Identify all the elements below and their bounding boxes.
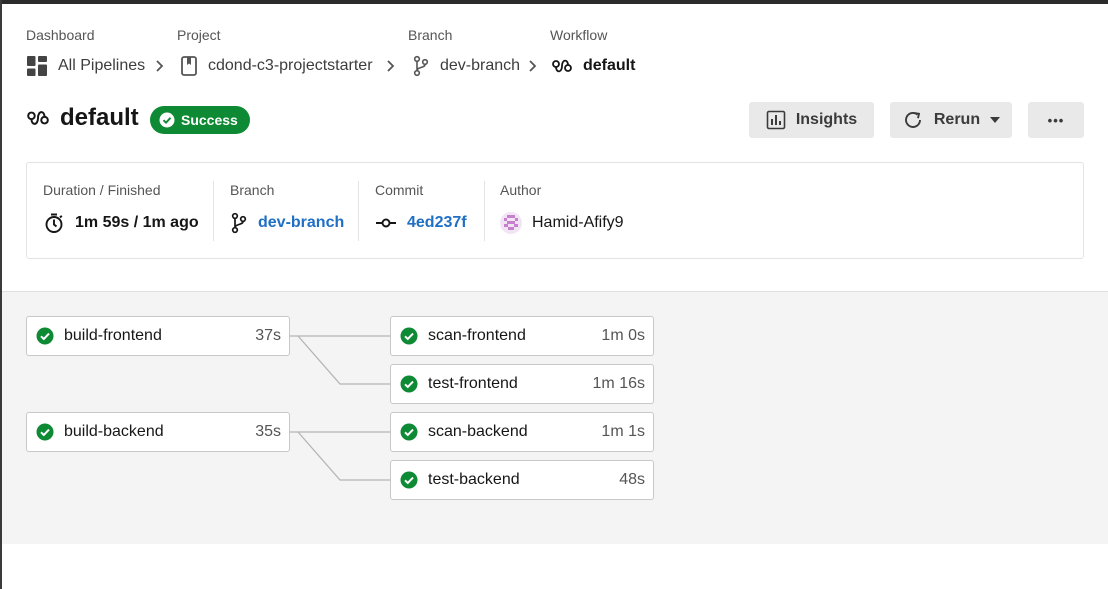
branch-link[interactable]: dev-branch: [230, 211, 344, 235]
more-actions-button[interactable]: •••: [1028, 102, 1084, 138]
status-badge: Success: [150, 106, 250, 134]
job-name: test-frontend: [428, 375, 518, 392]
chevron-right-icon: [529, 60, 537, 72]
check-circle-icon: [159, 112, 175, 128]
breadcrumb-dashboard[interactable]: All Pipelines: [26, 54, 145, 78]
check-circle-icon: [36, 327, 54, 345]
git-commit-icon: [376, 218, 396, 228]
more-icon: •••: [1047, 112, 1065, 128]
breadcrumb-workflow[interactable]: default: [551, 54, 635, 78]
check-circle-icon: [400, 471, 418, 489]
workflow-graph: build-frontend 37s build-backend 35s sca…: [2, 291, 1108, 544]
author-label: Author: [500, 182, 542, 198]
commit-link[interactable]: 4ed237f: [375, 211, 467, 235]
breadcrumb-workflow-label: default: [583, 57, 636, 74]
job-name: test-backend: [428, 471, 520, 488]
check-circle-icon: [400, 375, 418, 393]
workflow-summary: Duration / Finished 1m 59s / 1m ago Bran…: [26, 162, 1084, 259]
rerun-button[interactable]: Rerun: [890, 102, 1012, 138]
breadcrumb-dashboard-label: All Pipelines: [58, 57, 146, 74]
check-circle-icon: [36, 423, 54, 441]
bar-chart-icon: [766, 110, 786, 130]
chevron-right-icon: [387, 60, 395, 72]
job-duration: 37s: [255, 327, 281, 344]
avatar: [500, 212, 522, 234]
job-scan-frontend[interactable]: scan-frontend 1m 0s: [390, 316, 654, 356]
breadcrumb-label-dashboard: Dashboard: [26, 27, 95, 43]
bookmark-icon: [181, 56, 197, 76]
check-circle-icon: [400, 423, 418, 441]
page-title: default: [26, 104, 139, 132]
breadcrumb-project-label: cdond-c3-projectstarter: [208, 57, 373, 74]
author-name: Hamid-Afify9: [532, 214, 624, 231]
job-test-frontend[interactable]: test-frontend 1m 16s: [390, 364, 654, 404]
job-name: scan-backend: [428, 423, 528, 440]
grid-icon: [27, 56, 47, 76]
breadcrumb-label-project: Project: [177, 27, 221, 43]
workflow-icon: [27, 111, 49, 125]
breadcrumb-branch[interactable]: dev-branch: [412, 54, 520, 78]
workflow-name: default: [60, 104, 139, 131]
job-duration: 1m 0s: [601, 327, 645, 344]
job-duration: 48s: [619, 471, 645, 488]
rerun-button-label: Rerun: [933, 111, 981, 128]
duration-text: 1m 59s / 1m ago: [75, 214, 199, 231]
check-circle-icon: [400, 327, 418, 345]
insights-button[interactable]: Insights: [749, 102, 874, 138]
duration-value: 1m 59s / 1m ago: [43, 211, 199, 235]
job-name: build-backend: [64, 423, 164, 440]
status-badge-label: Success: [181, 112, 238, 128]
job-scan-backend[interactable]: scan-backend 1m 1s: [390, 412, 654, 452]
insights-button-label: Insights: [795, 111, 858, 128]
connector-line: [297, 431, 392, 481]
divider: [358, 181, 359, 241]
breadcrumb-label-workflow: Workflow: [550, 27, 608, 43]
breadcrumb-branch-label: dev-branch: [440, 57, 521, 74]
branch-label: Branch: [230, 182, 275, 198]
divider: [484, 181, 485, 241]
stopwatch-icon: [45, 213, 63, 233]
job-test-backend[interactable]: test-backend 48s: [390, 460, 654, 500]
commit-value: 4ed237f: [407, 214, 467, 231]
git-branch-icon: [231, 212, 247, 234]
job-duration: 1m 16s: [592, 375, 645, 392]
divider: [213, 181, 214, 241]
caret-down-icon: [990, 117, 1001, 123]
job-name: scan-frontend: [428, 327, 526, 344]
author-value: Hamid-Afify9: [500, 211, 624, 235]
branch-value: dev-branch: [258, 214, 345, 231]
job-duration: 1m 1s: [601, 423, 645, 440]
git-branch-icon: [413, 55, 429, 77]
job-build-backend[interactable]: build-backend 35s: [26, 412, 290, 452]
window-top-border: [0, 0, 1108, 4]
refresh-icon: [904, 112, 921, 128]
job-build-frontend[interactable]: build-frontend 37s: [26, 316, 290, 356]
connector-line: [297, 335, 392, 385]
commit-label: Commit: [375, 182, 424, 198]
job-duration: 35s: [255, 423, 281, 440]
duration-label: Duration / Finished: [43, 182, 161, 198]
workflow-icon: [552, 59, 572, 73]
breadcrumb-label-branch: Branch: [408, 27, 453, 43]
job-name: build-frontend: [64, 327, 162, 344]
chevron-right-icon: [156, 60, 164, 72]
breadcrumb-project[interactable]: cdond-c3-projectstarter: [180, 54, 373, 78]
